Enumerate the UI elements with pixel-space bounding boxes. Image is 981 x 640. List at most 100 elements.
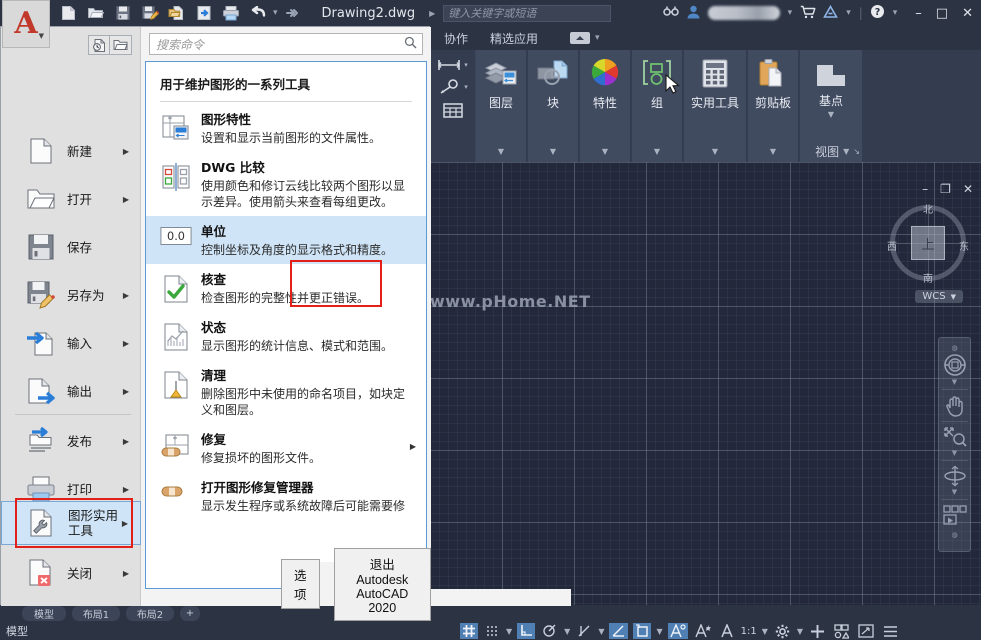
account-name-blurred[interactable] [708,6,780,20]
drawing-restore-button[interactable]: ❐ [940,182,951,196]
flyout-item-purge[interactable]: 清理 删除图形中未使用的命名项目，如块定义和图层。 [146,360,426,424]
object-snap-toggle[interactable] [609,623,628,639]
open-icon[interactable] [83,2,108,24]
drawing-minimize-button[interactable]: – [922,182,928,196]
annotation-visibility-toggle[interactable] [668,623,688,639]
ucs-icon-toggle[interactable] [633,623,651,639]
showmotion-icon[interactable] [942,504,968,528]
flyout-item-recover-arrow-icon[interactable]: ▶ [410,442,416,451]
help-icon[interactable]: ? [870,4,885,22]
autodesk-app-dropdown-icon[interactable]: ▾ [845,8,852,18]
window-close-button[interactable]: ✕ [962,6,973,21]
properties-panel-dropdown-icon[interactable]: ▼ [602,147,608,156]
steering-wheel-dropdown-icon[interactable]: ▼ [952,379,957,385]
menu-item-close-arrow-icon[interactable]: ▶ [123,569,129,578]
menu-item-print-arrow-icon[interactable]: ▶ [123,485,129,494]
application-menu-button[interactable]: A ▼ [2,0,50,48]
menu-item-open[interactable]: 打开 ▶ [1,175,141,223]
undo-dropdown-icon[interactable]: ▾ [272,8,279,18]
ucs-dropdown-icon[interactable]: ▼ [656,627,662,636]
redo-icon[interactable] [281,2,306,24]
view-cube[interactable]: 上 北 南 西 东 [887,202,969,284]
menu-item-drawing-utilities-arrow-icon[interactable]: ▶ [122,519,128,528]
window-maximize-button[interactable]: □ [936,6,948,21]
dimension-dropdown-icon[interactable]: ▾ [464,61,468,69]
search-people-icon[interactable] [663,5,679,21]
grid-display-toggle[interactable] [460,623,478,639]
account-avatar-icon[interactable] [686,4,701,22]
customization-menu-icon[interactable] [881,623,900,639]
view-dropdown-icon[interactable]: ▼ [843,147,849,156]
hardware-acceleration-icon[interactable] [832,623,851,639]
object-snap-tracking-toggle[interactable] [575,623,593,639]
flyout-item-audit[interactable]: 核查 检查图形的完整性并更正错误。 [146,264,426,312]
menu-item-save-as[interactable]: 另存为 ▶ [1,271,141,319]
document-title-dropdown-icon[interactable]: ▶ [429,9,435,18]
layers-panel-dropdown-icon[interactable]: ▼ [498,147,504,156]
menu-item-drawing-utilities[interactable]: 图形实用工具 ▶ [1,501,141,545]
cart-icon[interactable] [800,5,816,22]
flyout-item-status[interactable]: 状态 显示图形的统计信息、模式和范围。 [146,312,426,360]
tab-collaborate[interactable]: 协作 [444,30,468,47]
menu-item-publish[interactable]: 发布 ▶ [1,417,141,465]
view-cube-north[interactable]: 北 [923,201,933,216]
clean-screen-icon[interactable] [856,623,876,639]
flyout-item-drawing-recovery-manager[interactable]: 打开图形修复管理器 显示发生程序或系统故障后可能需要修 [146,472,426,520]
flyout-item-recover[interactable]: 修复 修复损坏的图形文件。 ▶ [146,424,426,472]
plot-icon[interactable] [218,2,243,24]
ribbon-minimize-control[interactable]: ▾ [570,32,601,44]
orbit-dropdown-icon[interactable]: ▼ [952,489,957,495]
exit-autocad-button[interactable]: 退出 Autodesk AutoCAD 2020 [334,548,431,621]
basepoint-dropdown-icon[interactable]: ▼ [828,110,834,119]
ucs-selector[interactable]: WCS ▼ [915,290,963,303]
snap-dropdown-icon[interactable]: ▼ [506,627,512,636]
flyout-item-drawing-properties[interactable]: 图形特性 设置和显示当前图形的文件属性。 [146,104,426,152]
flyout-item-dwg-compare[interactable]: DWG 比较 使用颜色和修订云线比较两个图形以显示差异。使用箭头来查看每组更改。 [146,152,426,216]
group-panel-dropdown-icon[interactable]: ▼ [654,147,660,156]
view-cube-top-face[interactable]: 上 [911,226,945,260]
clipboard-panel-dropdown-icon[interactable]: ▼ [770,147,776,156]
status-model-label[interactable]: 模型 [6,623,28,639]
search-commands-input[interactable]: 搜索命令 [149,33,423,55]
otrack-dropdown-icon[interactable]: ▼ [598,627,604,636]
view-dialog-launcher-icon[interactable]: ↘ [853,147,860,156]
steering-wheel-icon[interactable] [943,353,967,377]
polar-dropdown-icon[interactable]: ▼ [564,627,570,636]
recent-documents-icon[interactable] [88,35,110,55]
autoscale-toggle[interactable] [693,623,713,639]
annotation-scale-icon[interactable] [718,623,736,639]
ribbon-panel-group[interactable]: 组 ▼ [632,50,682,162]
table-tool[interactable] [442,102,464,119]
ribbon-panel-block[interactable]: 块 ▼ [528,50,578,162]
view-cube-east[interactable]: 东 [959,238,969,253]
orbit-icon[interactable] [943,465,967,487]
doc-tab-layout2[interactable]: 布局2 [126,606,174,621]
autodesk-app-icon[interactable] [823,5,838,22]
menu-item-export-arrow-icon[interactable]: ▶ [123,387,129,396]
undo-icon[interactable] [245,2,270,24]
ribbon-panel-view[interactable]: 视图 ▼ ↘ [815,143,860,160]
snap-mode-toggle[interactable] [483,623,501,639]
doc-tab-add[interactable]: + [180,606,200,621]
menu-item-publish-arrow-icon[interactable]: ▶ [123,437,129,446]
navbar-grip-icon[interactable]: ◍ [951,345,957,351]
drawing-canvas[interactable]: www.pHome.NET – ❐ ✕ 上 北 南 西 东 WCS ▼ ◍ ▼ [430,162,981,605]
search-icon[interactable] [404,36,422,52]
polar-tracking-toggle[interactable] [540,623,559,639]
workspace-dropdown-icon[interactable]: ▼ [797,627,803,636]
navbar-grip-bottom-icon[interactable]: ◍ [951,532,957,538]
annotation-scale-label[interactable]: 1:1 [741,626,757,637]
import-icon[interactable] [191,2,216,24]
leader-dropdown-icon[interactable]: ▾ [464,83,468,91]
isolate-objects-icon[interactable] [808,623,827,639]
view-cube-south[interactable]: 南 [923,270,933,285]
ribbon-panel-utilities[interactable]: 实用工具 ▼ [684,50,746,162]
menu-item-import[interactable]: 输入 ▶ [1,319,141,367]
menu-item-new-arrow-icon[interactable]: ▶ [123,147,129,156]
tab-featured-apps[interactable]: 精选应用 [490,30,538,47]
leader-tool[interactable]: ▾ [437,79,468,95]
menu-item-import-arrow-icon[interactable]: ▶ [123,339,129,348]
menu-item-export[interactable]: 输出 ▶ [1,367,141,415]
block-panel-dropdown-icon[interactable]: ▼ [550,147,556,156]
help-dropdown-icon[interactable]: ▾ [892,8,899,18]
